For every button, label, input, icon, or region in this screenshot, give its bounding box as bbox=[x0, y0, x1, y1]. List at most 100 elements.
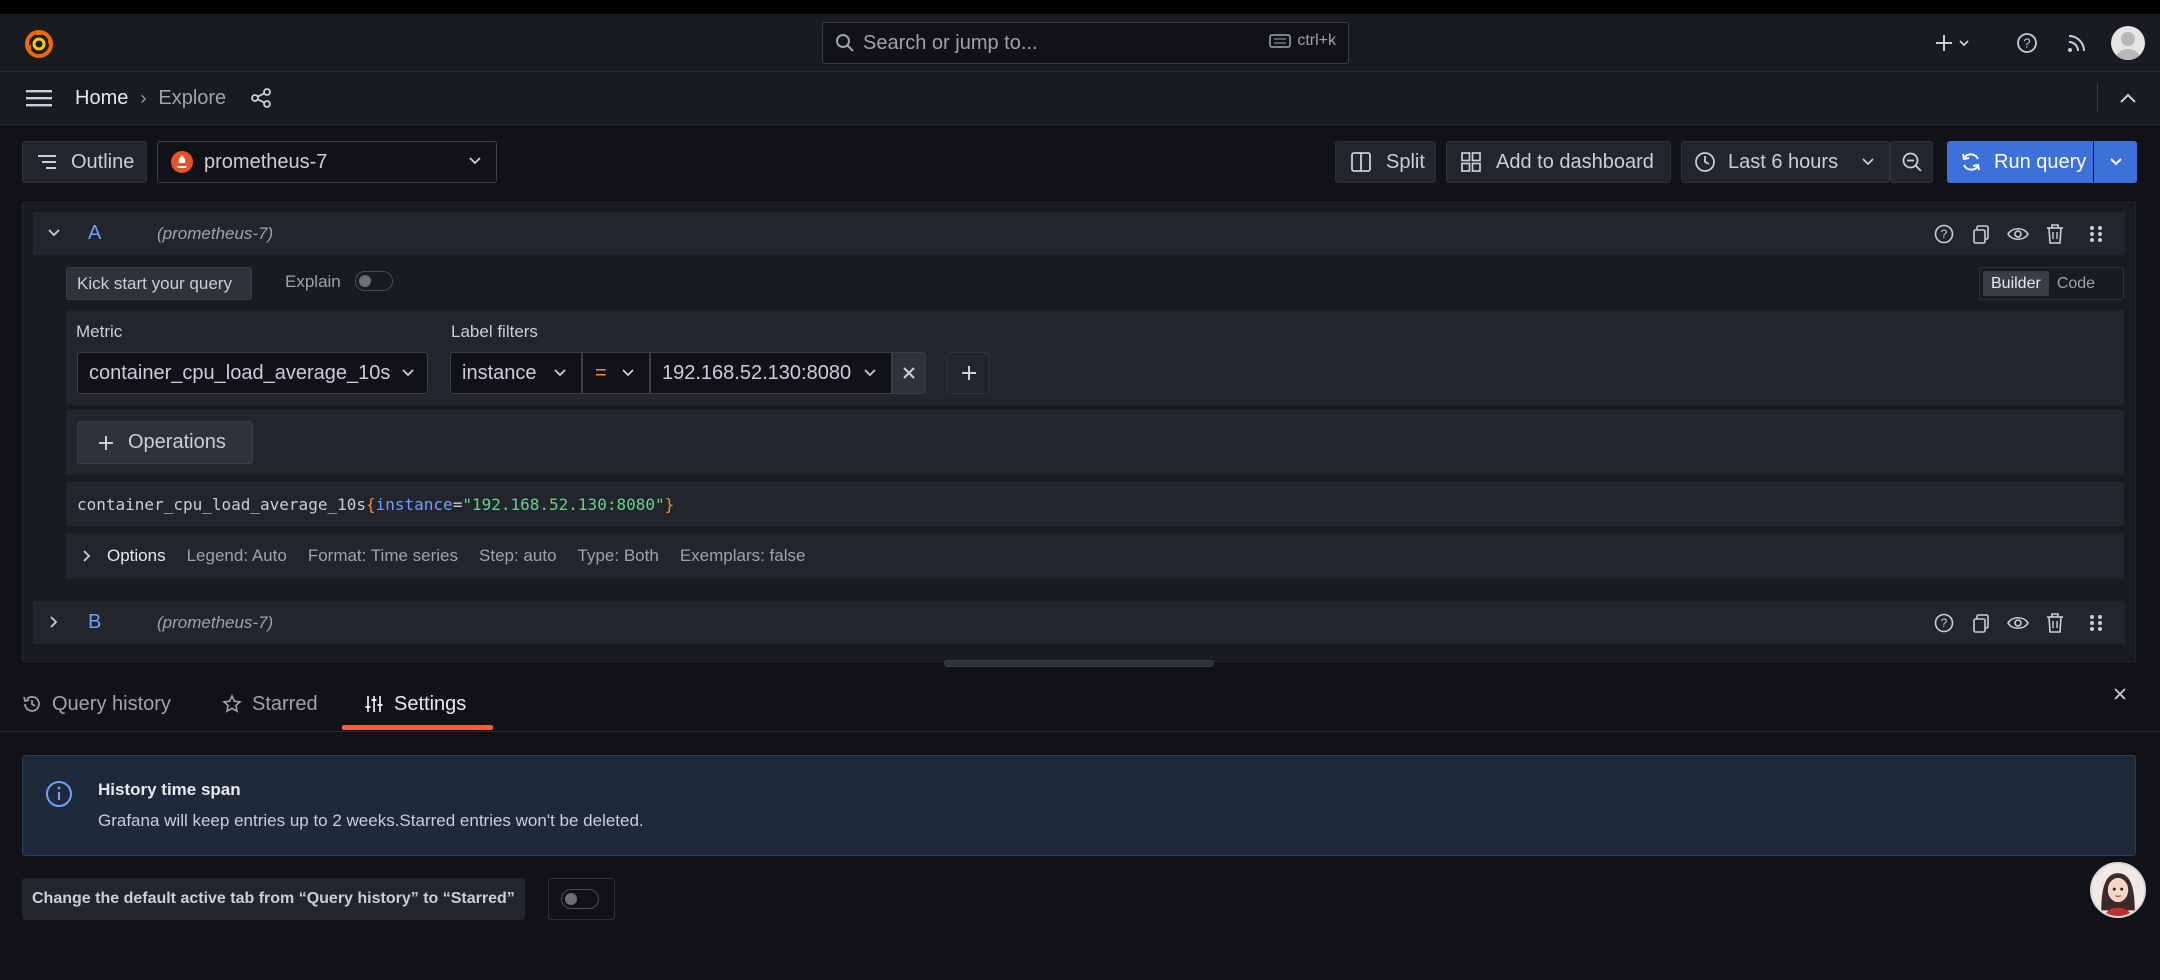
query-b-datasource: (prometheus-7) bbox=[157, 613, 274, 632]
history-icon bbox=[22, 694, 42, 714]
builder-mode-button[interactable]: Builder bbox=[1983, 271, 2049, 296]
run-query-label: Run query bbox=[1994, 150, 2087, 173]
label-value-select[interactable]: 192.168.52.130:8080 bbox=[650, 352, 892, 394]
options-step: Step: auto bbox=[479, 546, 557, 565]
drag-handle-icon[interactable] bbox=[2088, 611, 2104, 635]
help-icon[interactable]: ? bbox=[1932, 222, 1956, 246]
drawer-resize-handle[interactable] bbox=[944, 660, 1214, 667]
plus-icon bbox=[98, 435, 114, 451]
promql-preview: container_cpu_load_average_10s{instance =… bbox=[66, 482, 2124, 526]
chevron-down-icon bbox=[621, 368, 635, 378]
chevron-up-icon[interactable] bbox=[2116, 86, 2140, 110]
drag-handle-icon[interactable] bbox=[2088, 222, 2104, 246]
news-feed-icon[interactable] bbox=[2064, 30, 2090, 56]
chevron-down-icon bbox=[468, 156, 482, 166]
label-operator-value: = bbox=[595, 361, 607, 384]
query-ref-b[interactable]: B bbox=[88, 611, 101, 634]
shortcut-label: ctrl+k bbox=[1297, 32, 1336, 49]
info-icon bbox=[45, 780, 73, 808]
datasource-picker[interactable]: prometheus-7 bbox=[157, 141, 497, 183]
label-value: 192.168.52.130:8080 bbox=[662, 361, 852, 384]
outline-button[interactable]: Outline bbox=[22, 141, 147, 183]
run-query-options-button[interactable] bbox=[2094, 141, 2137, 183]
kick-start-button[interactable]: Kick start your query bbox=[66, 267, 252, 300]
history-info-alert: History time span Grafana will keep entr… bbox=[22, 755, 2136, 856]
zoom-out-icon bbox=[1901, 151, 1923, 173]
options-format: Format: Time series bbox=[307, 546, 459, 565]
breadcrumb-bar bbox=[0, 72, 2160, 125]
duplicate-icon[interactable] bbox=[1969, 222, 1993, 246]
close-icon bbox=[902, 366, 916, 380]
add-to-dashboard-label: Add to dashboard bbox=[1496, 150, 1654, 173]
tab-settings-label: Settings bbox=[394, 692, 467, 715]
breadcrumb-separator: › bbox=[140, 87, 147, 108]
options-exemplars: Exemplars: false bbox=[679, 546, 806, 565]
operations-button[interactable]: Operations bbox=[77, 421, 253, 464]
user-avatar[interactable] bbox=[2111, 26, 2145, 60]
help-icon[interactable]: ? bbox=[1932, 611, 1956, 635]
chevron-down-icon bbox=[1861, 157, 1875, 167]
zoom-out-button[interactable] bbox=[1890, 141, 1933, 183]
search-icon bbox=[835, 33, 855, 53]
alert-body: Grafana will keep entries up to 2 weeks.… bbox=[98, 811, 644, 830]
time-range-label: Last 6 hours bbox=[1728, 150, 1839, 173]
trash-icon[interactable] bbox=[2043, 222, 2067, 246]
query-ref-a[interactable]: A bbox=[88, 222, 101, 245]
trash-icon[interactable] bbox=[2043, 611, 2067, 635]
search-shortcut: ctrl+k bbox=[1269, 32, 1336, 50]
query-a-datasource: (prometheus-7) bbox=[157, 224, 274, 243]
default-tab-toggle[interactable] bbox=[561, 889, 599, 909]
run-query-button[interactable]: Run query bbox=[1947, 141, 2093, 183]
drawer-tabs bbox=[0, 670, 2160, 732]
editor-mode-switch: Builder Code bbox=[1979, 267, 2124, 300]
help-icon[interactable]: ? bbox=[2014, 30, 2040, 56]
svg-text:?: ? bbox=[1941, 616, 1948, 630]
collapse-chevron-icon[interactable] bbox=[45, 224, 63, 242]
menu-icon[interactable] bbox=[22, 86, 56, 110]
promql-label-value: "192.168.52.130:8080" bbox=[462, 494, 665, 514]
eye-icon[interactable] bbox=[2006, 222, 2030, 246]
grafana-logo-icon[interactable] bbox=[22, 27, 56, 61]
promql-brace-open: { bbox=[365, 494, 376, 514]
search-input[interactable]: Search or jump to... ctrl+k bbox=[822, 22, 1349, 64]
tab-query-history[interactable]: Query history bbox=[22, 673, 171, 735]
add-label-filter-button[interactable] bbox=[947, 352, 990, 394]
chevron-down-icon bbox=[553, 368, 567, 378]
window-top-strip bbox=[0, 0, 2160, 14]
alert-title: History time span bbox=[98, 780, 241, 799]
label-filters-heading: Label filters bbox=[451, 322, 538, 341]
new-menu-button[interactable] bbox=[1932, 30, 1976, 56]
metric-select[interactable]: container_cpu_load_average_10s bbox=[77, 352, 428, 394]
time-range-picker[interactable]: Last 6 hours bbox=[1681, 141, 1890, 183]
label-key-value: instance bbox=[462, 361, 537, 384]
explain-toggle[interactable] bbox=[355, 271, 393, 291]
assistant-avatar[interactable] bbox=[2090, 862, 2146, 918]
search-placeholder: Search or jump to... bbox=[863, 31, 1038, 54]
tab-starred[interactable]: Starred bbox=[222, 673, 318, 735]
query-row-a-header bbox=[33, 212, 2125, 255]
options-type: Type: Both bbox=[577, 546, 659, 565]
eye-icon[interactable] bbox=[2006, 611, 2030, 635]
query-options-row[interactable]: Options Legend: Auto Format: Time series… bbox=[66, 533, 2124, 579]
query-row-b-header bbox=[33, 601, 2125, 644]
expand-chevron-icon[interactable] bbox=[45, 613, 63, 631]
options-legend: Legend: Auto bbox=[186, 546, 287, 565]
chevron-down-icon bbox=[401, 368, 415, 378]
promql-label-key: instance bbox=[375, 494, 453, 514]
default-tab-setting-label: Change the default active tab from “Quer… bbox=[22, 878, 525, 920]
query-b-actions: ? bbox=[1932, 611, 2104, 635]
breadcrumb-home[interactable]: Home bbox=[75, 87, 128, 110]
tab-query-history-label: Query history bbox=[52, 692, 171, 715]
duplicate-icon[interactable] bbox=[1969, 611, 1993, 635]
operations-label: Operations bbox=[128, 431, 226, 453]
share-icon[interactable] bbox=[248, 85, 274, 111]
close-drawer-icon[interactable] bbox=[2109, 683, 2131, 705]
outline-label: Outline bbox=[71, 150, 135, 173]
code-mode-button[interactable]: Code bbox=[2049, 271, 2103, 296]
add-to-dashboard-button[interactable]: Add to dashboard bbox=[1446, 141, 1671, 183]
split-button[interactable]: Split bbox=[1335, 141, 1436, 183]
remove-label-filter-button[interactable] bbox=[892, 352, 926, 394]
label-operator-select[interactable]: = bbox=[582, 352, 650, 394]
query-a-actions: ? bbox=[1932, 222, 2104, 246]
label-key-select[interactable]: instance bbox=[450, 352, 582, 394]
